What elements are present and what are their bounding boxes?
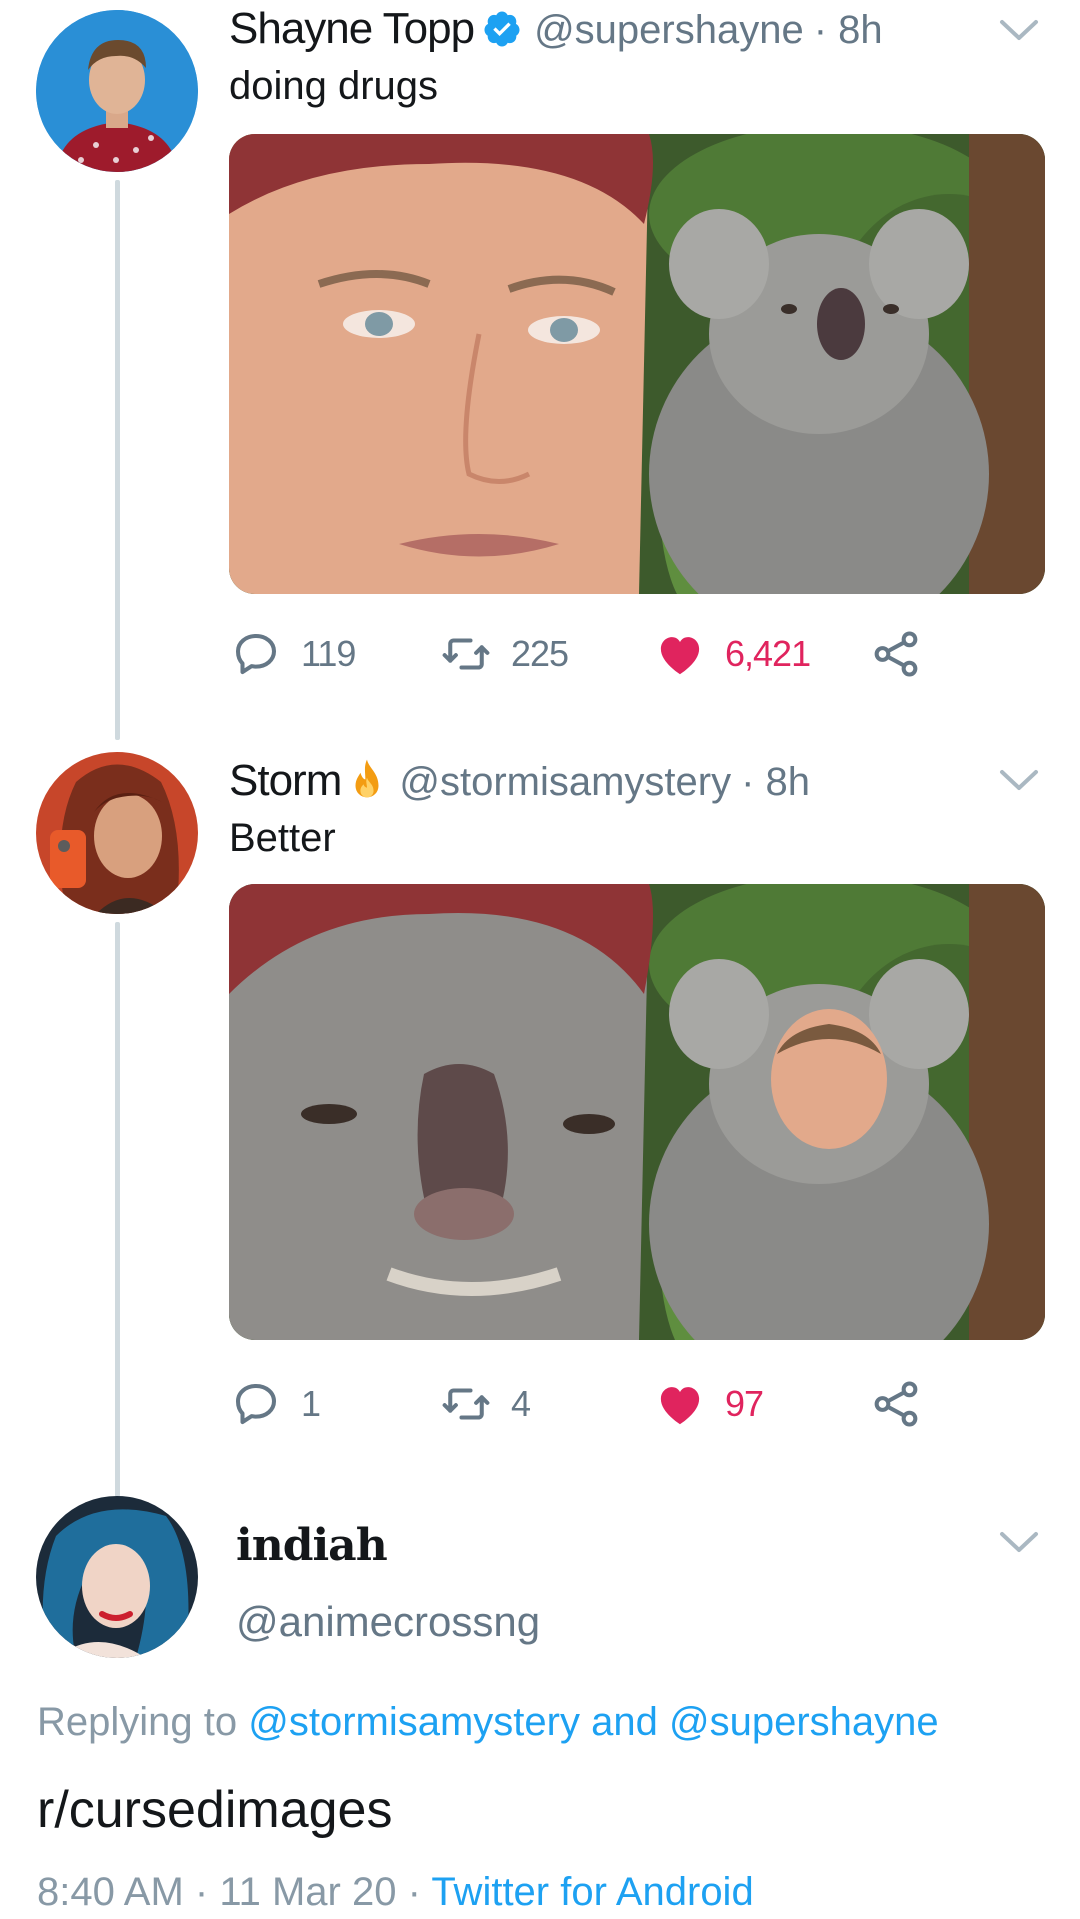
tweet-media-image[interactable] [229, 134, 1045, 594]
tweet-time: 8:40 AM [37, 1870, 184, 1914]
tweet-time: · 8h [813, 8, 883, 52]
reply-icon [235, 633, 277, 675]
reply-action[interactable]: 119 [229, 626, 356, 682]
meta-separator: · [194, 1870, 209, 1914]
tweet-actions: 1 4 97 [229, 1376, 929, 1432]
meta-separator: · [407, 1870, 421, 1914]
share-icon [874, 1381, 918, 1427]
display-name[interactable]: indiah [236, 1520, 388, 1571]
tweet-meta: 8:40 AM · 11 Mar 20 · Twitter for Androi… [37, 1870, 754, 1915]
tweet-text: doing drugs [229, 64, 439, 108]
chevron-down-icon[interactable] [998, 16, 1040, 44]
tweet-media-image[interactable] [229, 884, 1045, 1340]
replying-and: and [591, 1700, 658, 1744]
share-action[interactable] [869, 626, 923, 682]
avatar[interactable] [36, 1496, 198, 1658]
thread-line [115, 180, 120, 740]
tweet-actions: 119 225 6,421 [229, 626, 929, 682]
reply-count: 1 [301, 1383, 321, 1424]
retweet-icon [442, 1388, 490, 1420]
tweet-date: 11 Mar 20 [219, 1870, 397, 1914]
tweet-header: Storm @stormisamystery · 8h [229, 756, 810, 806]
reply-count: 119 [301, 633, 356, 674]
user-handle[interactable]: @supershayne [534, 8, 804, 53]
replying-to: Replying to @stormisamystery and @supers… [37, 1700, 939, 1745]
chevron-down-icon[interactable] [998, 1528, 1040, 1556]
retweet-count: 4 [511, 1383, 531, 1424]
like-action[interactable]: 6,421 [653, 626, 811, 682]
avatar[interactable] [36, 752, 198, 914]
display-name[interactable]: Storm [229, 756, 342, 806]
heart-icon [660, 637, 700, 675]
retweet-count: 225 [511, 633, 569, 674]
chevron-down-icon[interactable] [998, 766, 1040, 794]
retweet-action[interactable]: 225 [439, 626, 569, 682]
thread-line [115, 922, 120, 1497]
tweet-source-link[interactable]: Twitter for Android [431, 1870, 753, 1914]
retweet-action[interactable]: 4 [439, 1376, 531, 1432]
mention-link[interactable]: @supershayne [669, 1700, 939, 1744]
reply-action[interactable]: 1 [229, 1376, 321, 1432]
tweet-time: · 8h [741, 760, 811, 804]
retweet-icon [442, 638, 490, 670]
like-count: 6,421 [725, 633, 811, 674]
share-icon [874, 631, 918, 677]
tweet-header: Shayne Topp @supershayne · 8h [229, 4, 883, 54]
like-count: 97 [725, 1383, 764, 1424]
replying-prefix: Replying to [37, 1700, 238, 1744]
heart-icon [660, 1387, 700, 1425]
tweet-text: Better [229, 816, 336, 860]
reply-icon [235, 1383, 277, 1425]
fire-emoji-icon [355, 759, 379, 798]
tweet-text: r/cursedimages [37, 1781, 393, 1839]
like-action[interactable]: 97 [653, 1376, 764, 1432]
mention-link[interactable]: @stormisamystery [248, 1700, 580, 1744]
display-name[interactable]: Shayne Topp [229, 4, 475, 54]
avatar[interactable] [36, 10, 198, 172]
user-handle[interactable]: @stormisamystery [399, 760, 731, 805]
user-handle[interactable]: @animecrossng [236, 1598, 540, 1646]
verified-badge-icon [484, 11, 520, 47]
share-action[interactable] [869, 1376, 923, 1432]
